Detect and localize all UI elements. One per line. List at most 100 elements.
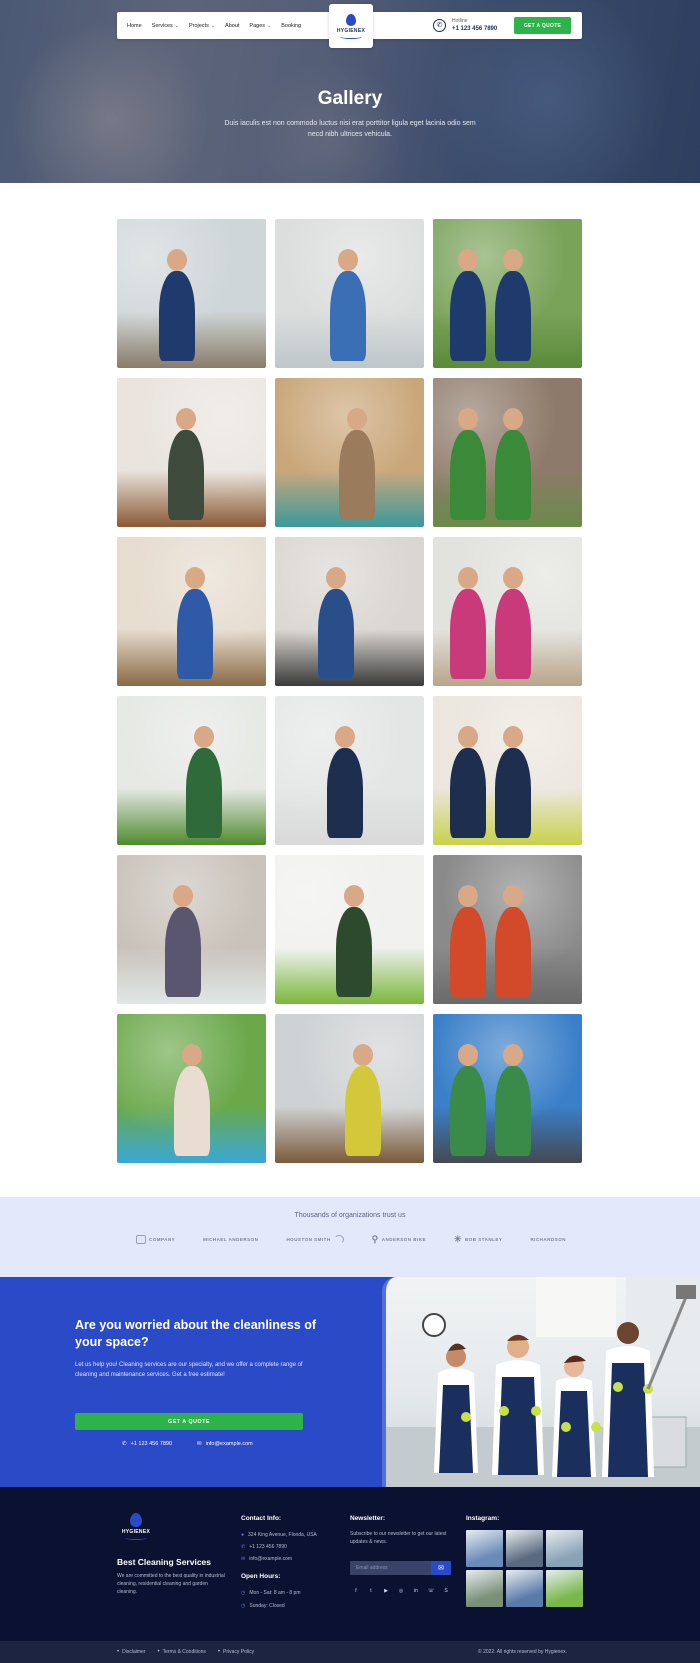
gallery-item-terrace-gardening[interactable] <box>433 378 582 527</box>
cta-phone[interactable]: ✆ +1 123 456 7890 <box>122 1441 172 1447</box>
nav-item-label: Home <box>127 22 142 29</box>
gallery-item-greenhouse[interactable] <box>117 696 266 845</box>
person-figure <box>339 430 375 520</box>
bullet-icon: • <box>117 1649 120 1655</box>
person-head <box>503 1044 523 1066</box>
terms-link[interactable]: • Terms & Conditions <box>157 1649 205 1655</box>
get-quote-button[interactable]: GET A QUOTE <box>514 17 571 34</box>
instagram-thumbnail[interactable] <box>546 1530 583 1567</box>
link-label: Disclaimer <box>122 1649 146 1655</box>
whatsapp-icon[interactable]: ☏ <box>427 1587 435 1595</box>
skype-icon[interactable]: S <box>442 1587 450 1595</box>
linkedin-icon[interactable]: in <box>412 1587 420 1595</box>
gallery-item-team-office[interactable] <box>275 696 424 845</box>
gallery-item-spray-cleaning[interactable] <box>275 537 424 686</box>
footer-brand-text: We are committed to the best quality in … <box>117 1573 225 1595</box>
brand-name: RICHARDSON <box>530 1237 566 1242</box>
person-head <box>503 249 523 271</box>
brand-logo: MICHAEL ANDERSON <box>203 1237 258 1242</box>
gallery-item-desk-cleaning[interactable] <box>117 537 266 686</box>
person-figure <box>186 748 222 838</box>
gallery-item-cleaning-duo[interactable] <box>433 696 582 845</box>
footer-logo[interactable]: HYGIENEX <box>118 1513 154 1540</box>
instagram-thumbnail[interactable] <box>506 1530 543 1567</box>
person-head <box>338 249 358 271</box>
gallery-item-home-mopping[interactable] <box>117 378 266 527</box>
disclaimer-link[interactable]: • Disclaimer <box>117 1649 145 1655</box>
nav-item-home[interactable]: Home <box>127 23 142 29</box>
person-figure <box>450 1066 486 1156</box>
gallery-item-family-cleaning[interactable] <box>433 537 582 686</box>
gallery-item-gutter-cleaning[interactable] <box>433 1014 582 1163</box>
newsletter-email-input[interactable]: Email address <box>350 1561 431 1575</box>
nav-item-projects[interactable]: Projects ⌄ <box>189 23 215 29</box>
gallery-item-kitchen-wiping[interactable] <box>275 1014 424 1163</box>
gallery-item-garden-cleaning[interactable] <box>433 219 582 368</box>
bullet-icon: • <box>217 1649 221 1655</box>
social-links: f t ▶ ◎ in ☏ S <box>352 1587 450 1595</box>
phone-icon: ✆ <box>241 1544 246 1550</box>
facebook-icon[interactable]: f <box>352 1587 360 1595</box>
mail-icon: ✉ <box>241 1556 246 1562</box>
instagram-icon[interactable]: ◎ <box>397 1587 405 1595</box>
footer-bottom-bar: • Disclaimer • Terms & Conditions • Privacy… <box>0 1641 700 1663</box>
nav-item-booking[interactable]: Booking <box>281 23 301 29</box>
arc-logo-icon <box>333 1235 344 1244</box>
footer-address: ● 324 King Avenue, Florida, USA <box>241 1532 317 1538</box>
newsletter-heading: Newsletter: <box>350 1515 386 1522</box>
page-title: Gallery <box>317 88 383 109</box>
person-head <box>176 408 196 430</box>
footer-email[interactable]: ✉ info@example.com <box>241 1556 292 1562</box>
gallery-item-window-squeegee[interactable] <box>117 855 266 1004</box>
gallery-item-vacuum-machine[interactable] <box>433 855 582 1004</box>
person-figure <box>495 271 531 361</box>
copyright-text: © 2022. All rights reserved by Hygienex. <box>478 1649 568 1655</box>
water-drop-icon <box>346 13 356 26</box>
nav-links: Home Services ⌄ Projects ⌄ About Pages ⌄ Bo… <box>127 12 301 39</box>
brand-name: BOB STANLEY <box>465 1237 503 1242</box>
site-logo[interactable]: HYGIENEX <box>329 4 373 48</box>
gallery-item-door-wiping[interactable] <box>275 378 424 527</box>
cta-text: Let us help you! Cleaning services are o… <box>75 1362 303 1378</box>
instagram-thumbnail[interactable] <box>466 1570 503 1607</box>
brand-name: COMPANY <box>149 1237 176 1242</box>
person-figure <box>168 430 204 520</box>
chevron-down-icon: ⌄ <box>267 22 272 29</box>
hours-text: Sunday: Closed <box>249 1603 285 1609</box>
cta-quote-button[interactable]: GET A QUOTE <box>75 1413 303 1430</box>
team-illustration <box>386 1277 700 1487</box>
twitter-icon[interactable]: t <box>367 1587 375 1595</box>
newsletter-submit-button[interactable]: ✉ <box>431 1561 451 1575</box>
person-head <box>458 1044 478 1066</box>
gallery-item-office-cleaning[interactable] <box>117 219 266 368</box>
person-head <box>335 726 355 748</box>
nav-item-services[interactable]: Services ⌄ <box>152 23 179 29</box>
instagram-thumbnail[interactable] <box>506 1570 543 1607</box>
gallery-item-pool-cleaning[interactable] <box>117 1014 266 1163</box>
person-head <box>503 726 523 748</box>
gallery-item-window-cleaning[interactable] <box>275 219 424 368</box>
person-figure <box>495 907 531 997</box>
company-logo-icon <box>136 1235 146 1244</box>
instagram-thumbnail[interactable] <box>466 1530 503 1567</box>
youtube-icon[interactable]: ▶ <box>382 1587 390 1595</box>
address-text: 324 King Avenue, Florida, USA <box>248 1532 317 1538</box>
nav-item-pages[interactable]: Pages ⌄ <box>249 23 271 29</box>
brand-logos: COMPANY MICHAEL ANDERSON HOUSTON SMITH ⚲… <box>136 1235 566 1244</box>
privacy-link[interactable]: • Privacy Policy <box>218 1649 254 1655</box>
brand-logo: HOUSTON SMITH <box>286 1235 344 1244</box>
phone-icon: ✆ <box>433 19 446 32</box>
footer-brand-title: Best Cleaning Services <box>117 1557 212 1567</box>
footer-phone[interactable]: ✆ +1 123 456 7890 <box>241 1544 287 1550</box>
person-head <box>503 885 523 907</box>
instagram-thumbnail[interactable] <box>546 1570 583 1607</box>
nav-item-about[interactable]: About <box>225 23 239 29</box>
gallery-item-clean-room[interactable] <box>275 855 424 1004</box>
hotline-number[interactable]: +1 123 456 7890 <box>452 26 497 32</box>
person-head <box>182 1044 202 1066</box>
cta-email[interactable]: ✉ info@example.com <box>197 1441 253 1447</box>
logo-text: HYGIENEX <box>336 27 366 34</box>
trust-strip: Thousands of organizations trust us COMP… <box>0 1197 700 1277</box>
phone-icon: ✆ <box>122 1441 127 1447</box>
brand-name: MICHAEL ANDERSON <box>203 1237 259 1242</box>
